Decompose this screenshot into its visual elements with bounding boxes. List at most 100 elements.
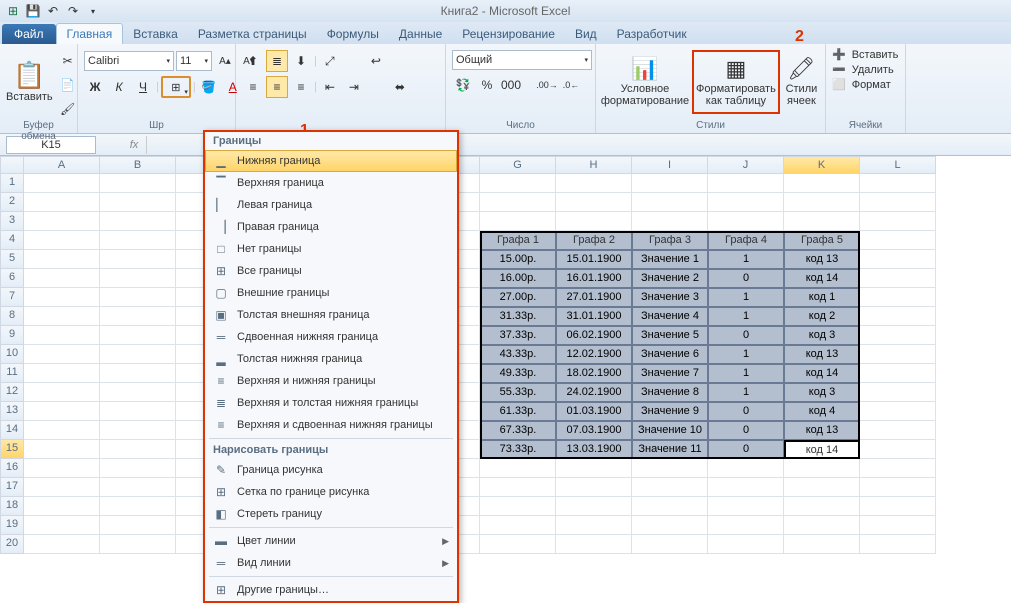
undo-icon[interactable]: ↶ [44,2,62,20]
cell[interactable] [100,516,176,535]
cell[interactable] [784,459,860,478]
number-format-combo[interactable]: Общий▾ [452,50,592,70]
cell[interactable]: 31.33р. [480,307,556,326]
border-menu-item[interactable]: □Нет границы [205,238,457,260]
border-menu-item[interactable]: ◧Стереть границу [205,503,457,525]
cell[interactable] [24,440,100,459]
cell[interactable] [100,421,176,440]
cell[interactable]: 1 [708,288,784,307]
cell[interactable]: код 1 [784,288,860,307]
cell[interactable] [556,459,632,478]
cell[interactable] [784,535,860,554]
cell[interactable] [708,497,784,516]
cell[interactable] [100,383,176,402]
cell[interactable]: Значение 10 [632,421,708,440]
cell[interactable]: 1 [708,364,784,383]
row-header[interactable]: 7 [0,288,24,307]
cell[interactable] [480,516,556,535]
tab-review[interactable]: Рецензирование [452,24,565,44]
border-menu-item[interactable]: ≡Верхняя и нижняя границы [205,370,457,392]
file-tab[interactable]: Файл [2,24,56,44]
orientation-icon[interactable]: ⤢ [319,50,341,72]
cell[interactable] [632,516,708,535]
cell[interactable] [784,497,860,516]
cell[interactable]: код 13 [784,250,860,269]
cell[interactable] [24,326,100,345]
row-header[interactable]: 5 [0,250,24,269]
cell[interactable] [480,193,556,212]
cell[interactable] [784,212,860,231]
increase-indent-icon[interactable]: ⇥ [343,76,365,98]
merge-icon[interactable]: ⬌ [389,76,411,98]
redo-icon[interactable]: ↷ [64,2,82,20]
row-header[interactable]: 4 [0,231,24,250]
border-menu-item[interactable]: ▔Верхняя граница [205,172,457,194]
align-bottom-icon[interactable]: ⬇ [290,50,312,72]
cell[interactable] [860,535,936,554]
cell[interactable]: 27.00р. [480,288,556,307]
border-menu-item[interactable]: ▢Внешние границы [205,282,457,304]
cell[interactable]: Графа 2 [556,231,632,250]
cell[interactable] [24,478,100,497]
cell[interactable]: 24.02.1900 [556,383,632,402]
cell[interactable]: 1 [708,345,784,364]
cell[interactable] [708,193,784,212]
cell[interactable] [24,231,100,250]
border-menu-item[interactable]: ▏Левая граница [205,194,457,216]
row-header[interactable]: 2 [0,193,24,212]
cell[interactable] [24,383,100,402]
cell[interactable] [100,250,176,269]
cell[interactable] [100,497,176,516]
qat-customize-icon[interactable]: ▾ [84,2,102,20]
cell[interactable] [632,193,708,212]
cell[interactable]: 0 [708,326,784,345]
border-menu-item[interactable]: ▬Цвет линии▶ [205,530,457,552]
fill-color-icon[interactable]: 🪣 [198,76,220,98]
cell[interactable] [556,535,632,554]
cell[interactable] [24,516,100,535]
cell[interactable]: Значение 6 [632,345,708,364]
cell[interactable]: Значение 5 [632,326,708,345]
cell[interactable]: 0 [708,402,784,421]
cell[interactable]: 1 [708,250,784,269]
cell[interactable] [784,478,860,497]
cell[interactable] [556,497,632,516]
row-header[interactable]: 9 [0,326,24,345]
delete-cells-button[interactable]: ➖Удалить [832,63,894,76]
cell[interactable]: Значение 8 [632,383,708,402]
currency-icon[interactable]: 💱 [452,74,474,96]
align-top-icon[interactable]: ⬆ [242,50,264,72]
cell[interactable] [100,459,176,478]
save-icon[interactable]: 💾 [24,2,42,20]
cell[interactable] [860,459,936,478]
cell[interactable] [784,174,860,193]
cell[interactable] [480,459,556,478]
comma-icon[interactable]: 000 [500,74,522,96]
cell[interactable]: 15.00р. [480,250,556,269]
row-header[interactable]: 19 [0,516,24,535]
row-header[interactable]: 6 [0,269,24,288]
cell[interactable] [632,478,708,497]
cell[interactable]: Значение 2 [632,269,708,288]
cell[interactable] [860,440,936,459]
cell[interactable]: код 2 [784,307,860,326]
cell[interactable]: 61.33р. [480,402,556,421]
cell[interactable] [556,516,632,535]
cell[interactable]: 16.00р. [480,269,556,288]
row-header[interactable]: 18 [0,497,24,516]
cell[interactable] [100,269,176,288]
cell[interactable] [480,174,556,193]
cell[interactable] [100,535,176,554]
cell[interactable] [24,459,100,478]
tab-insert[interactable]: Вставка [123,24,188,44]
column-header[interactable]: I [632,156,708,174]
cell[interactable] [632,535,708,554]
cell[interactable] [860,516,936,535]
cell[interactable]: Значение 4 [632,307,708,326]
cell[interactable]: 01.03.1900 [556,402,632,421]
border-menu-item[interactable]: ═Вид линии▶ [205,552,457,574]
cell[interactable] [100,231,176,250]
align-left-icon[interactable]: ≡ [242,76,264,98]
cell[interactable] [100,212,176,231]
cell[interactable]: 1 [708,383,784,402]
